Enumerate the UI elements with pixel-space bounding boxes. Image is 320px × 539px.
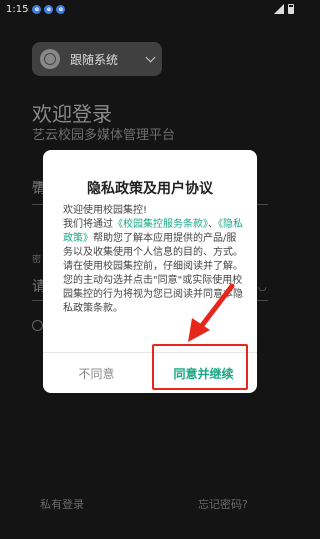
platform-subtitle: 艺云校园多媒体管理平台 [32, 128, 176, 143]
service-terms-link[interactable]: 《校园集控服务条款》 [113, 219, 208, 230]
dialog-separator: 、 [208, 219, 218, 230]
dialog-title: 隐私政策及用户协议 [87, 181, 213, 197]
dialog-body-prefix: 我们将通过 [63, 219, 113, 230]
forgot-password-link[interactable]: 忘记密码? [198, 496, 248, 512]
signal-icon [274, 4, 284, 14]
welcome-title: 欢迎登录 [32, 102, 112, 126]
battery-icon [288, 4, 294, 14]
notification-icon: e [32, 4, 42, 14]
status-time: 1:15 [6, 3, 29, 15]
language-label: 跟随系统 [70, 52, 119, 67]
status-bar: 1:15 e e e [0, 0, 300, 18]
notification-icon: e [56, 4, 66, 14]
private-login-link[interactable]: 私有登录 [40, 496, 84, 512]
eye-icon[interactable]: ◡ [258, 282, 267, 293]
chevron-down-icon [145, 52, 156, 62]
disagree-button[interactable]: 不同意 [43, 353, 150, 393]
password-label: 密 [32, 255, 42, 265]
privacy-dialog: 隐私政策及用户协议 欢迎使用校园集控! 我们将通过《校园集控服务条款》、《隐私政… [43, 150, 257, 393]
dialog-greeting: 欢迎使用校园集控! [63, 205, 148, 216]
notification-icon: e [44, 4, 54, 14]
status-icons [274, 4, 294, 14]
agree-continue-button[interactable]: 同意并继续 [150, 353, 257, 393]
language-selector[interactable]: 跟随系统 [32, 42, 162, 76]
globe-icon [40, 49, 60, 69]
agreement-radio[interactable] [32, 320, 43, 331]
annotation-arrow-icon [188, 283, 235, 342]
